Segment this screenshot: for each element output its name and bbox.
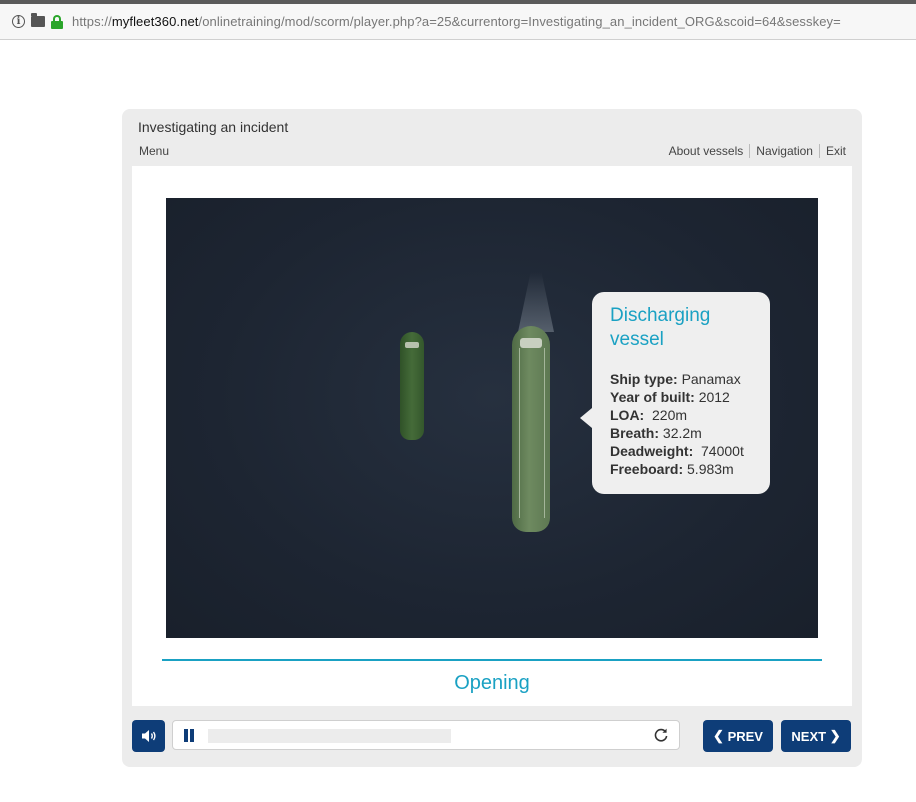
detail-value: Panamax xyxy=(681,371,741,387)
slide-content: Discharging vessel Ship type: Panamax Ye… xyxy=(132,166,852,706)
detail-row: Freeboard: 5.983m xyxy=(610,460,752,478)
folder-icon xyxy=(31,13,45,27)
url-domain: myfleet360.net xyxy=(111,14,199,29)
info-icon[interactable]: i xyxy=(12,15,25,28)
url-prefix: https:// xyxy=(72,14,112,29)
next-button[interactable]: NEXT ❯ xyxy=(781,720,851,752)
lock-icon[interactable] xyxy=(51,14,63,29)
detail-value: 32.2m xyxy=(662,425,702,441)
course-player: Investigating an incident Menu About ves… xyxy=(122,109,862,767)
pause-icon[interactable] xyxy=(183,729,195,742)
detail-value: 74000t xyxy=(701,443,744,459)
ship-deck xyxy=(519,348,545,518)
menu-link[interactable]: Menu xyxy=(139,144,169,158)
nav-exit[interactable]: Exit xyxy=(820,144,846,158)
detail-row: Breath: 32.2m xyxy=(610,424,752,442)
receiving-vessel xyxy=(400,332,424,440)
detail-row: Year of built: 2012 xyxy=(610,388,752,406)
vessel-scene-image: Discharging vessel Ship type: Panamax Ye… xyxy=(166,198,818,638)
progress-track[interactable] xyxy=(208,729,451,743)
detail-label: LOA: xyxy=(610,407,645,423)
ship-bridge xyxy=(520,338,542,348)
volume-button[interactable] xyxy=(132,720,165,752)
callout-details: Ship type: Panamax Year of built: 2012 L… xyxy=(610,370,752,478)
section-divider xyxy=(162,659,822,661)
section-title: Opening xyxy=(454,672,530,694)
detail-row: LOA: 220m xyxy=(610,406,752,424)
discharging-vessel xyxy=(512,326,550,532)
progress-bar[interactable] xyxy=(172,720,680,750)
nav-navigation[interactable]: Navigation xyxy=(750,144,820,158)
callout-title: Discharging vessel xyxy=(610,304,752,352)
course-title: Investigating an incident xyxy=(138,119,289,135)
playback-controls: ❮ PREV NEXT ❯ xyxy=(132,720,852,754)
top-nav: About vessels Navigation Exit xyxy=(663,144,846,158)
detail-label: Deadweight: xyxy=(610,443,694,459)
next-label: NEXT xyxy=(791,728,827,744)
chevron-right-icon: ❯ xyxy=(829,728,841,743)
detail-label: Year of built: xyxy=(610,389,695,405)
detail-label: Freeboard: xyxy=(610,461,684,477)
prev-label: PREV xyxy=(727,728,763,744)
detail-label: Breath: xyxy=(610,425,660,441)
replay-icon[interactable] xyxy=(653,727,669,743)
detail-label: Ship type: xyxy=(610,371,678,387)
prev-button[interactable]: ❮ PREV xyxy=(703,720,773,752)
url-text[interactable]: https://myfleet360.net/onlinetraining/mo… xyxy=(72,14,892,29)
detail-value: 5.983m xyxy=(687,461,734,477)
ship-wake xyxy=(518,272,554,332)
callout-title-line2: vessel xyxy=(610,329,664,350)
ship-bridge xyxy=(405,342,419,348)
chevron-left-icon: ❮ xyxy=(713,728,724,743)
detail-value: 220m xyxy=(652,407,688,423)
callout-title-line1: Discharging xyxy=(610,305,711,326)
volume-icon xyxy=(141,730,156,742)
detail-row: Deadweight: 74000t xyxy=(610,442,752,460)
vessel-info-callout: Discharging vessel Ship type: Panamax Ye… xyxy=(580,292,770,494)
nav-about-vessels[interactable]: About vessels xyxy=(663,144,751,158)
url-path: /onlinetraining/mod/scorm/player.php?a=2… xyxy=(198,14,841,29)
address-bar[interactable]: i https://myfleet360.net/onlinetraining/… xyxy=(0,4,916,40)
detail-row: Ship type: Panamax xyxy=(610,370,752,388)
detail-value: 2012 xyxy=(698,389,730,405)
